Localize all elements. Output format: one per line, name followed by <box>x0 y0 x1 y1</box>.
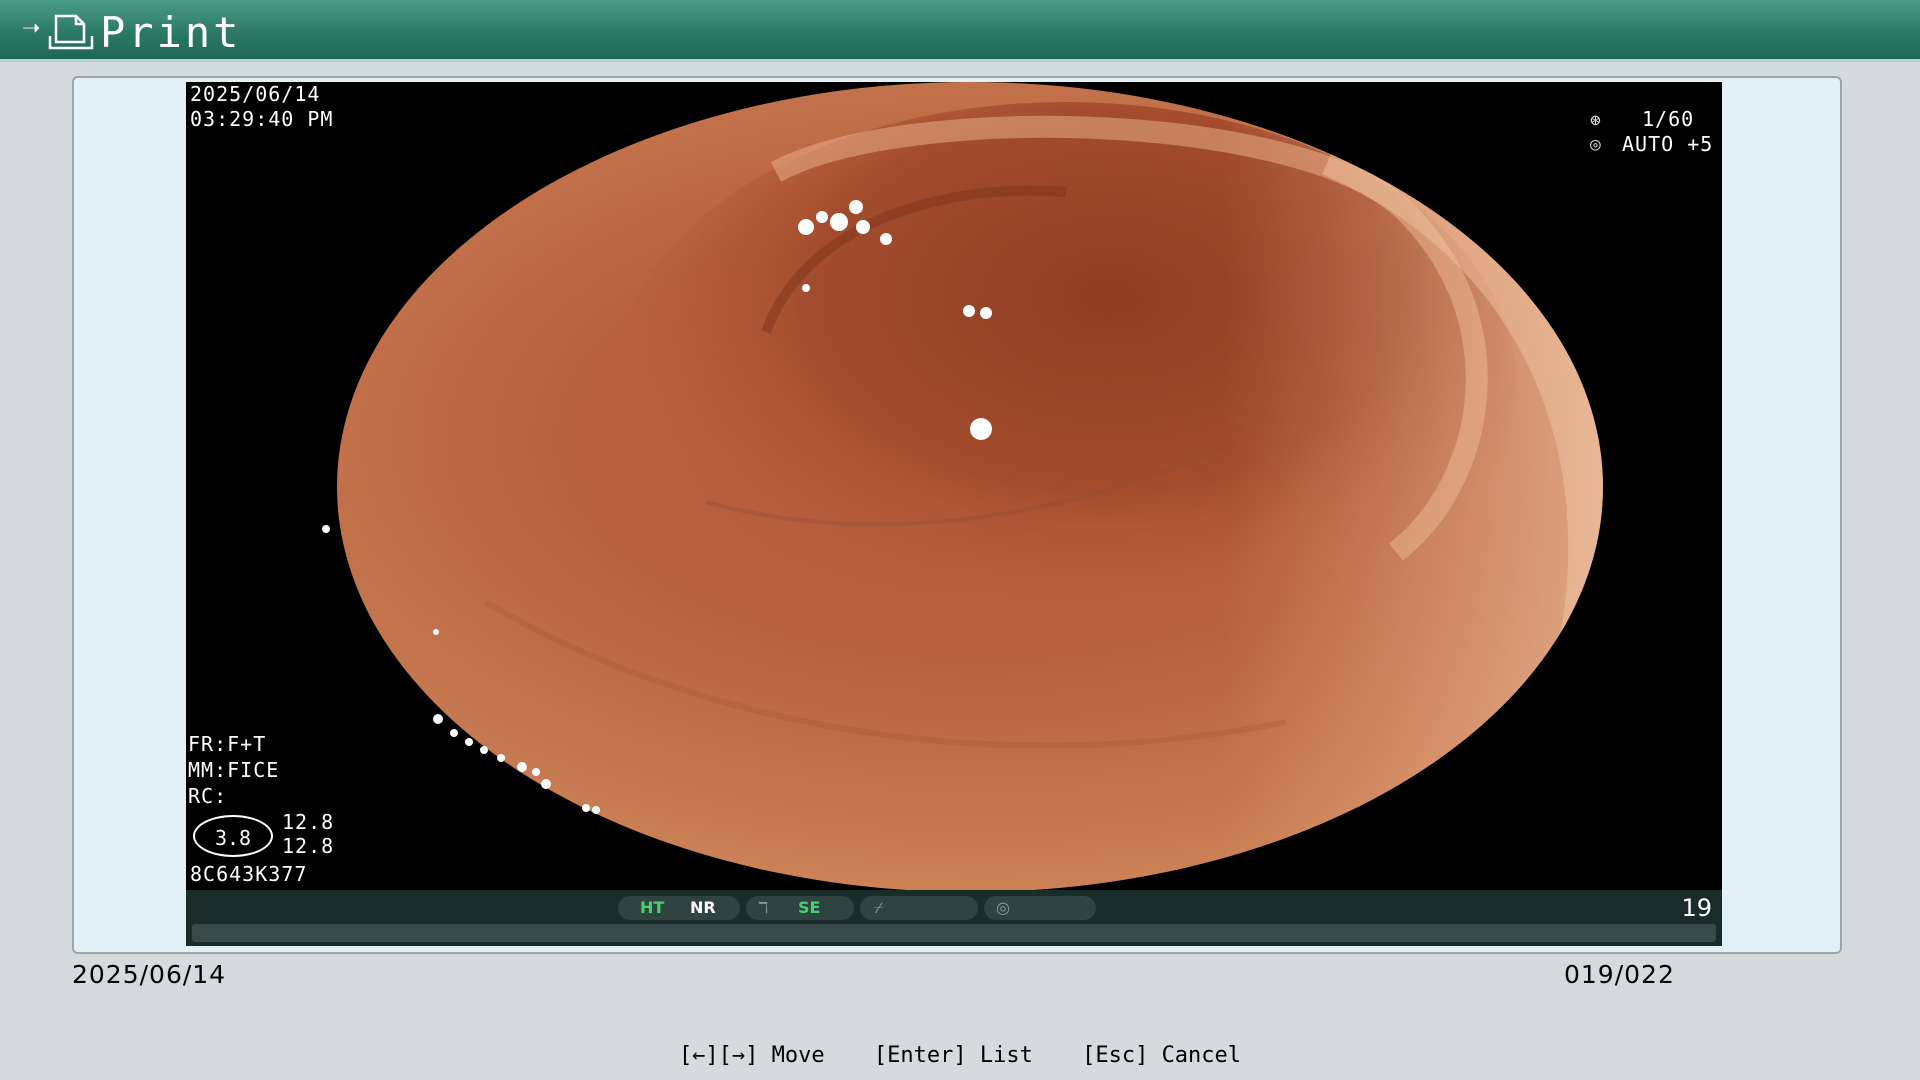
ht-nr-pill: HT NR <box>618 896 740 920</box>
fr-setting: FR:F+T <box>188 732 267 756</box>
endoscope-image-frame[interactable]: 2025/06/14 03:29:40 PM ⊛ 1/60 ◎ AUTO +5 … <box>186 82 1722 946</box>
filter-pill: ⌿ <box>860 896 978 920</box>
value-top: 12.8 <box>282 810 335 834</box>
endoscope-image <box>322 82 1603 890</box>
rc-setting: RC: <box>188 784 228 808</box>
shutter-icon: ⊛ <box>1590 110 1602 131</box>
document-icon <box>48 14 94 50</box>
capture-date: 2025/06/14 <box>190 82 321 106</box>
value-bottom: 12.8 <box>282 834 335 858</box>
nr-indicator: NR <box>690 898 716 917</box>
shutter-speed: 1/60 <box>1642 107 1695 131</box>
arrow-right-icon: ➝ <box>22 16 41 41</box>
iris-icon: ◎ <box>1590 134 1602 155</box>
sharpness-icon: ℸ <box>758 898 769 917</box>
mode-icon: ◎ <box>996 898 1010 917</box>
filter-icon: ⌿ <box>874 898 884 917</box>
cancel-hint[interactable]: [Esc] Cancel <box>1082 1043 1241 1068</box>
mode-pill: ◎ <box>984 896 1096 920</box>
ht-indicator: HT <box>640 898 665 917</box>
key-hints: [←][→] Move [Enter] List [Esc] Cancel <box>0 1042 1920 1070</box>
capture-time: 03:29:40 PM <box>190 107 334 131</box>
move-hint[interactable]: [←][→] Move <box>679 1043 825 1068</box>
footer-date: 2025/06/14 <box>72 960 227 989</box>
ratio-badge: 3.8 <box>193 815 273 857</box>
image-counter: 019/022 <box>1564 960 1675 989</box>
title-bar: ➝ Print <box>0 0 1920 62</box>
status-strip-lower-bar <box>192 924 1716 942</box>
status-strip: HT NR ℸ SE ⌿ ◎ 19 <box>186 890 1722 946</box>
scope-serial: 8C643K377 <box>190 862 308 886</box>
list-hint[interactable]: [Enter] List <box>874 1043 1033 1068</box>
page-title: Print <box>100 8 242 57</box>
image-number: 19 <box>1681 894 1712 922</box>
mm-setting: MM:FICE <box>188 758 280 782</box>
status-indicators: HT NR ℸ SE ⌿ ◎ <box>618 896 1098 920</box>
se-indicator: SE <box>798 898 821 917</box>
se-pill: ℸ SE <box>746 896 854 920</box>
auto-exposure: AUTO +5 <box>1622 132 1714 156</box>
